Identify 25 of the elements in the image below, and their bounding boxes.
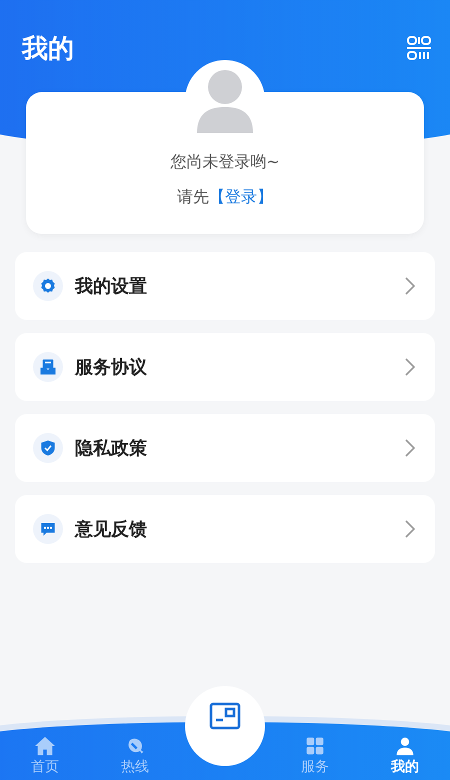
scan-icon[interactable] bbox=[406, 35, 432, 61]
login-status-text: 您尚未登录哟~ bbox=[170, 152, 280, 173]
chevron-right-icon bbox=[405, 439, 415, 457]
menu-item[interactable]: 隐私政策 bbox=[15, 414, 435, 482]
chevron-right-icon bbox=[405, 358, 415, 376]
chevron-right-icon bbox=[405, 277, 415, 295]
page-title: 我的 bbox=[22, 32, 74, 66]
chevron-right-icon bbox=[405, 520, 415, 538]
chat-icon bbox=[39, 520, 57, 538]
grid-icon bbox=[305, 736, 325, 756]
login-prompt-text: 请先 bbox=[177, 187, 209, 208]
gear-icon bbox=[39, 277, 57, 295]
id-card-icon bbox=[209, 702, 241, 730]
person-icon bbox=[395, 736, 415, 756]
shield-check-icon bbox=[39, 439, 57, 457]
tab-item[interactable]: 我的 bbox=[360, 722, 450, 780]
tab-item[interactable]: 热线 bbox=[90, 722, 180, 780]
document-icon bbox=[39, 358, 57, 376]
tab-item[interactable]: 服务 bbox=[270, 722, 360, 780]
tab-item[interactable]: 首页 bbox=[0, 722, 90, 780]
home-icon bbox=[34, 736, 56, 756]
menu-item[interactable]: 我的设置 bbox=[15, 252, 435, 320]
menu-item[interactable]: 服务协议 bbox=[15, 333, 435, 401]
menu-item[interactable]: 意见反馈 bbox=[15, 495, 435, 563]
login-link[interactable]: 【登录】 bbox=[209, 187, 273, 208]
